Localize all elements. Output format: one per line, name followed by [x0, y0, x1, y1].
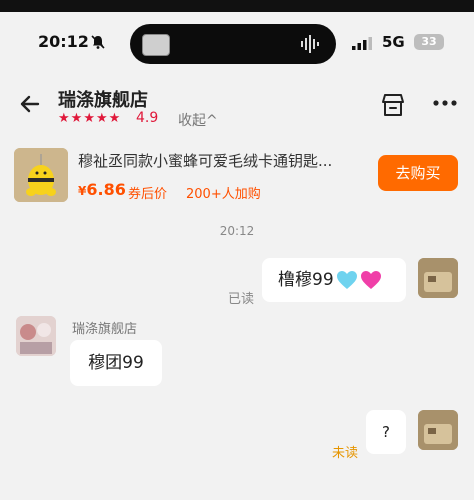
network-type: 5G: [382, 33, 405, 51]
chat-timestamp: 20:12: [219, 224, 255, 238]
price-label: 券后价: [128, 187, 168, 202]
sender-name: 瑞涤旗舰店: [72, 322, 138, 337]
battery-icon: 33: [414, 34, 444, 50]
collapse-toggle[interactable]: 收起^: [178, 110, 218, 130]
my-avatar[interactable]: [418, 410, 458, 450]
status-time: 20:12: [38, 32, 89, 51]
star-icon: ★: [70, 111, 83, 126]
signal-icon: [352, 37, 372, 50]
star-icon: ★: [108, 111, 121, 126]
rating-value: 4.9: [136, 110, 159, 126]
light-blue-heart-icon: [336, 271, 357, 289]
pink-heart-icon: [360, 271, 381, 289]
avatar-image: [418, 258, 458, 298]
shop-avatar[interactable]: [16, 316, 56, 356]
bell-muted-icon: [91, 35, 105, 49]
rating-stars: ★ ★ ★ ★ ★: [58, 112, 120, 126]
unread-status: 未读: [332, 446, 359, 461]
product-thumbnail[interactable]: [14, 148, 68, 202]
more-options-icon[interactable]: [432, 98, 458, 108]
outgoing-message-bubble[interactable]: 橹穆99: [262, 258, 406, 302]
avatar-image: [418, 410, 458, 450]
audio-wave-icon: [301, 35, 319, 53]
star-icon: ★: [83, 111, 95, 126]
dynamic-island: [130, 24, 336, 64]
store-icon[interactable]: [380, 92, 406, 118]
outgoing-message-bubble[interactable]: ?: [366, 410, 406, 454]
product-title[interactable]: 穆祉丞同款小蜜蜂可爱毛绒卡通钥匙...: [78, 150, 368, 171]
top-edge: [0, 0, 474, 12]
product-price: ¥6.86: [78, 180, 126, 199]
buy-button[interactable]: 去购买: [378, 155, 458, 191]
star-icon: ★: [58, 111, 70, 126]
my-avatar[interactable]: [418, 258, 458, 298]
shop-name[interactable]: 瑞涤旗舰店: [58, 86, 148, 112]
message-text: 橹穆99: [278, 270, 334, 290]
bee-plush-icon: [14, 148, 68, 202]
product-card[interactable]: 穆祉丞同款小蜜蜂可爱毛绒卡通钥匙... ¥6.86 券后价 200+人加购 去购…: [0, 140, 474, 210]
incoming-message-bubble[interactable]: 穆团99: [70, 340, 162, 386]
back-arrow-icon[interactable]: [18, 92, 42, 116]
chat-header: 瑞涤旗舰店 ★ ★ ★ ★ ★ 4.9 收起^: [0, 80, 474, 130]
status-bar: 20:12 5G 33: [0, 20, 474, 70]
read-status: 已读: [228, 292, 255, 307]
star-icon: ★: [95, 111, 108, 126]
avatar-image: [16, 316, 56, 356]
media-thumbnail-icon: [142, 34, 170, 56]
price-value: 6.86: [86, 180, 126, 199]
buyers-count: 200+人加购: [186, 187, 261, 202]
